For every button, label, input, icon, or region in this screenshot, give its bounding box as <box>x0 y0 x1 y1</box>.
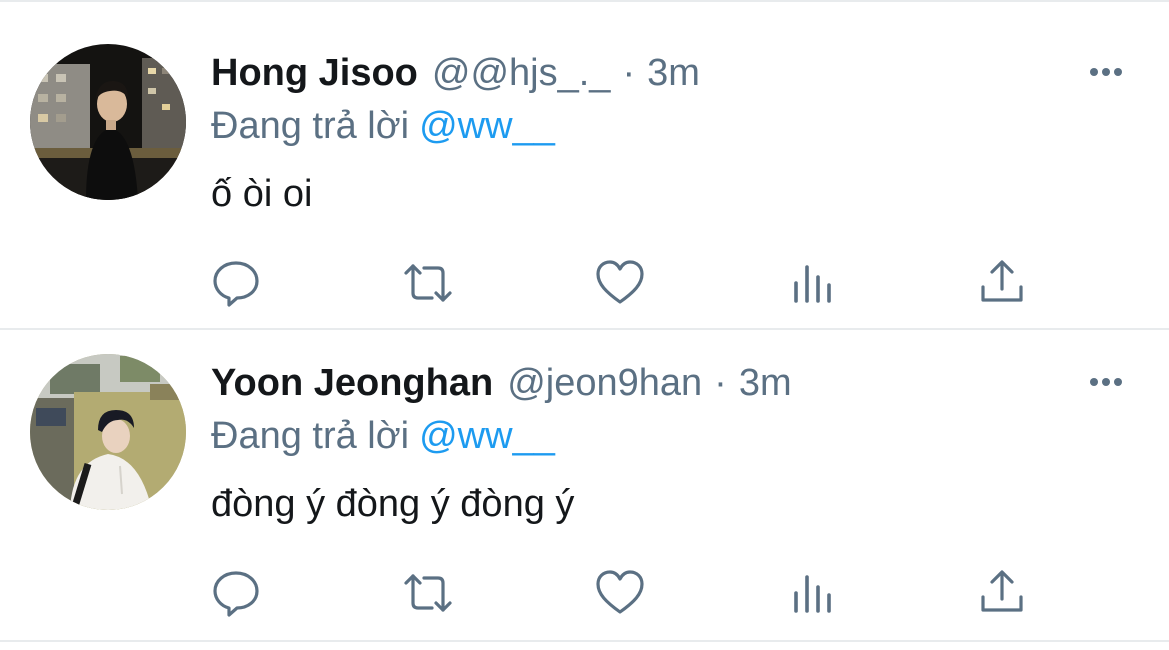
author-handle[interactable]: @@hjs_._ <box>432 48 611 98</box>
share-icon[interactable] <box>976 567 1028 619</box>
like-icon[interactable] <box>594 567 646 619</box>
divider <box>0 640 1169 642</box>
analytics-icon[interactable] <box>786 257 838 309</box>
retweet-icon[interactable] <box>402 257 454 309</box>
reply-icon[interactable] <box>210 257 262 309</box>
tweet-header: Hong Jisoo @@hjs_._ · 3m <box>211 48 700 98</box>
tweet-feed: Hong Jisoo @@hjs_._ · 3m Đang trả lời @ww… <box>0 0 1169 650</box>
reply-mention-link[interactable]: @ww__ <box>419 105 555 147</box>
replying-prefix: Đang trả lời <box>211 105 410 147</box>
share-icon[interactable] <box>976 257 1028 309</box>
analytics-icon[interactable] <box>786 567 838 619</box>
author-handle[interactable]: @jeon9han <box>507 358 702 408</box>
replying-to: Đang trả lời @ww__ <box>211 102 555 150</box>
author-name[interactable]: Hong Jisoo <box>211 48 418 98</box>
timestamp[interactable]: 3m <box>647 48 700 98</box>
more-icon[interactable] <box>1082 370 1130 394</box>
separator-dot: · <box>622 52 636 94</box>
tweet[interactable]: Hong Jisoo @@hjs_._ · 3m Đang trả lời @ww… <box>0 2 1169 312</box>
separator-dot: · <box>714 362 727 404</box>
avatar-photo <box>30 354 186 510</box>
replying-to: Đang trả lời @ww__ <box>211 412 555 460</box>
avatar[interactable] <box>30 44 186 200</box>
avatar[interactable] <box>30 354 186 510</box>
tweet[interactable]: Yoon Jeonghan @jeon9han · 3m Đang trả lờ… <box>0 312 1169 622</box>
tweet-text: ố òi oi <box>211 173 313 215</box>
more-icon[interactable] <box>1082 60 1130 84</box>
avatar-photo <box>30 44 186 200</box>
reply-mention-link[interactable]: @ww__ <box>419 415 555 457</box>
tweet-header: Yoon Jeonghan @jeon9han · 3m <box>211 358 792 408</box>
replying-prefix: Đang trả lời <box>211 415 410 457</box>
like-icon[interactable] <box>594 257 646 309</box>
tweet-text: đòng ý đòng ý đòng ý <box>211 483 575 525</box>
retweet-icon[interactable] <box>402 567 454 619</box>
reply-icon[interactable] <box>210 567 262 619</box>
timestamp[interactable]: 3m <box>739 358 792 408</box>
author-name[interactable]: Yoon Jeonghan <box>211 358 493 408</box>
